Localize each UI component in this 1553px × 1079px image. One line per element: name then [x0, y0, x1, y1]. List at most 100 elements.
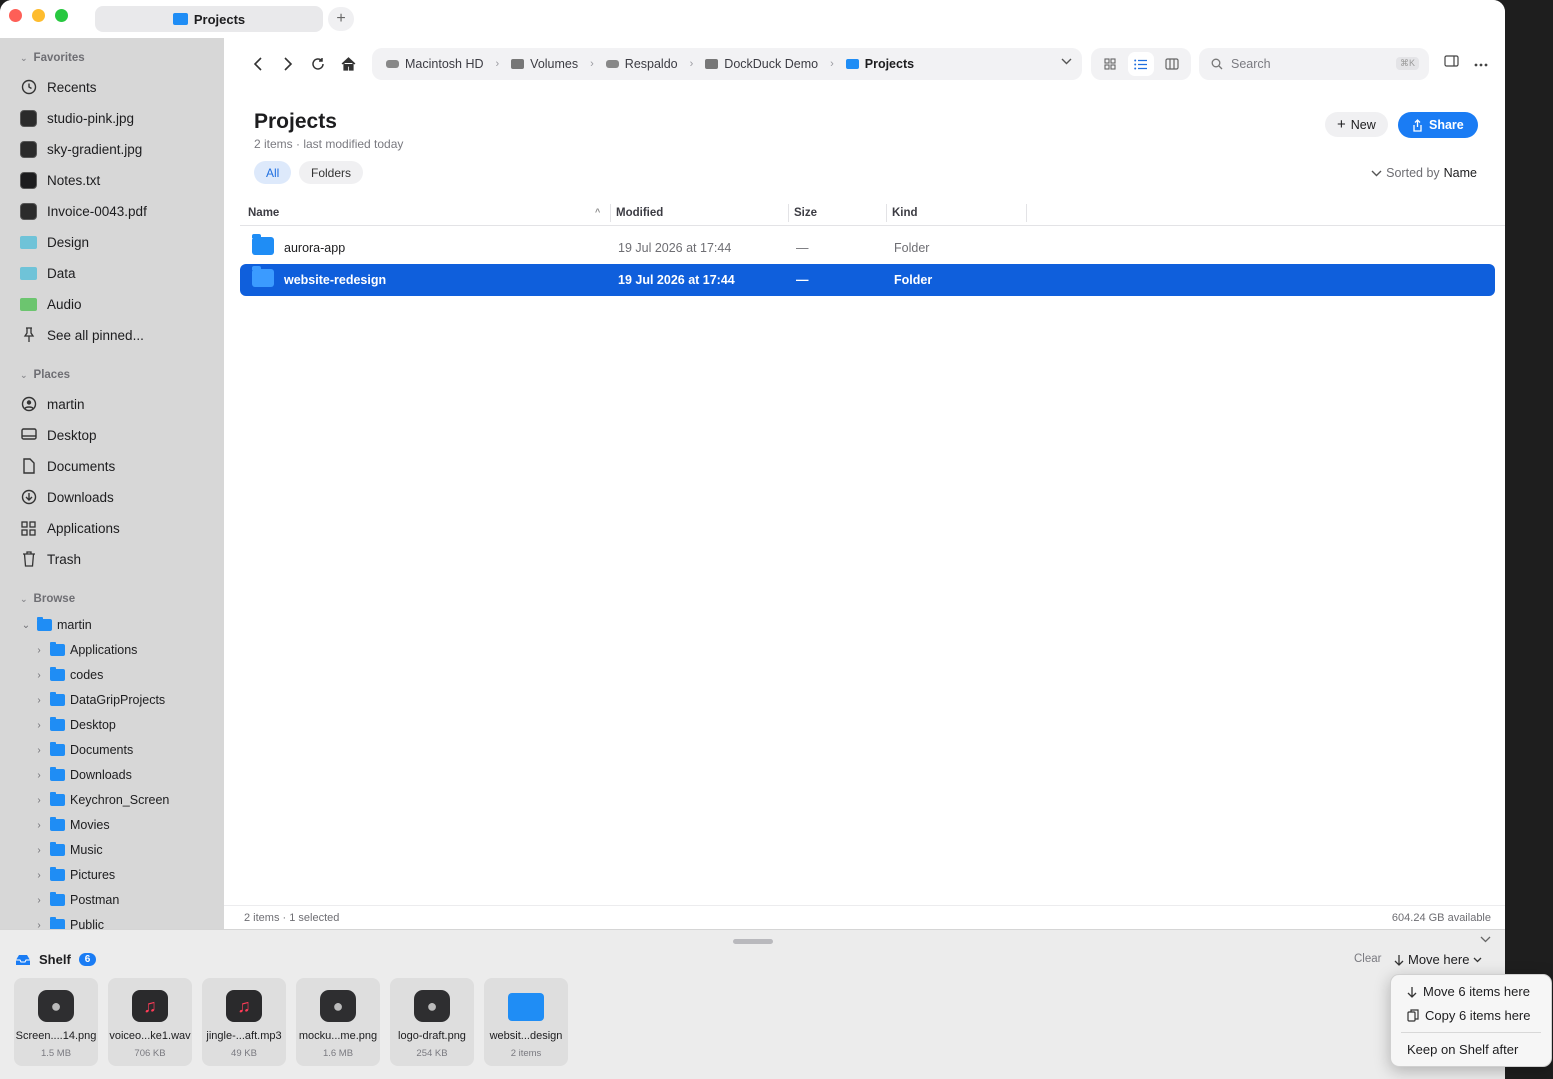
- sidebar-item-applications[interactable]: Applications: [19, 516, 120, 540]
- filter-folders[interactable]: Folders: [299, 161, 364, 184]
- tree-item[interactable]: › Postman: [33, 890, 119, 910]
- breadcrumb-item-macintosh-hd[interactable]: Macintosh HD: [386, 57, 484, 71]
- sidebar-item-desktop[interactable]: Desktop: [19, 423, 97, 447]
- sidebar-item-sky-gradient[interactable]: sky-gradient.jpg: [19, 137, 142, 161]
- column-divider[interactable]: [610, 204, 611, 222]
- sidebar-item-notes[interactable]: Notes.txt: [19, 168, 100, 192]
- chevron-down-icon: ⌄: [20, 52, 28, 63]
- shelf-item[interactable]: ● logo-draft.png 254 KB: [390, 978, 474, 1066]
- minimize-window-button[interactable]: [32, 9, 45, 22]
- sidebar-item-data[interactable]: Data: [19, 261, 76, 285]
- tree-item[interactable]: › Desktop: [33, 715, 116, 735]
- sidebar-item-documents[interactable]: Documents: [19, 454, 115, 478]
- folder-icon: [50, 917, 65, 929]
- column-header-modified[interactable]: Modified: [616, 207, 663, 219]
- collapse-shelf-button[interactable]: [1480, 934, 1491, 946]
- tree-item[interactable]: › Applications: [33, 640, 137, 660]
- home-button[interactable]: [337, 54, 359, 74]
- toggle-inspector-button[interactable]: [1444, 54, 1459, 70]
- tree-item[interactable]: › DataGripProjects: [33, 690, 165, 710]
- shelf-item[interactable]: ● mocku...me.png 1.6 MB: [296, 978, 380, 1066]
- shelf-item[interactable]: websit...design 2 items: [484, 978, 568, 1066]
- chevron-down-icon[interactable]: ⌄: [20, 620, 32, 631]
- breadcrumb-item-projects[interactable]: Projects: [845, 57, 914, 71]
- chevron-right-icon[interactable]: ›: [33, 720, 45, 731]
- more-options-button[interactable]: [1474, 54, 1488, 70]
- breadcrumb-item-volumes[interactable]: Volumes: [511, 57, 578, 71]
- sidebar-item-invoice[interactable]: Invoice-0043.pdf: [19, 199, 147, 223]
- column-divider[interactable]: [886, 204, 887, 222]
- new-tab-button[interactable]: +: [328, 7, 354, 31]
- reload-button[interactable]: [307, 54, 329, 74]
- tree-item[interactable]: › Music: [33, 840, 103, 860]
- back-button[interactable]: [247, 54, 269, 74]
- sidebar-item-design[interactable]: Design: [19, 230, 89, 254]
- chevron-right-icon[interactable]: ›: [33, 820, 45, 831]
- sidebar-item-recents[interactable]: Recents: [19, 75, 97, 99]
- chevron-down-icon: [1480, 936, 1491, 943]
- tree-item[interactable]: › Public: [33, 915, 104, 929]
- breadcrumb-item-dockduck-demo[interactable]: DockDuck Demo: [705, 57, 818, 71]
- chevron-right-icon[interactable]: ›: [33, 870, 45, 881]
- move-here-button[interactable]: Move here: [1394, 952, 1482, 967]
- shelf-item[interactable]: ♫ voiceo...ke1.wav 706 KB: [108, 978, 192, 1066]
- column-divider[interactable]: [788, 204, 789, 222]
- shelf-item[interactable]: ● Screen....14.png 1.5 MB: [14, 978, 98, 1066]
- new-button[interactable]: + New: [1325, 112, 1388, 137]
- column-divider[interactable]: [1026, 204, 1027, 222]
- chevron-right-icon[interactable]: ›: [33, 770, 45, 781]
- tree-item[interactable]: › codes: [33, 665, 103, 685]
- menu-item-copy-items[interactable]: Copy 6 items here: [1407, 1008, 1531, 1023]
- sort-selector[interactable]: Sorted by Name: [1371, 166, 1477, 180]
- table-row[interactable]: aurora-app 19 Jul 2026 at 17:44 — Folder: [240, 232, 1495, 264]
- search-input[interactable]: Search ⌘K: [1199, 48, 1429, 80]
- folder-icon: [50, 867, 65, 881]
- browse-header[interactable]: ⌄ Browse: [20, 593, 75, 605]
- sidebar-item-trash[interactable]: Trash: [19, 547, 81, 571]
- chevron-right-icon[interactable]: ›: [33, 845, 45, 856]
- tab-projects[interactable]: Projects: [95, 6, 323, 32]
- menu-item-move-items[interactable]: Move 6 items here: [1407, 984, 1530, 999]
- places-header[interactable]: ⌄ Places: [20, 369, 70, 381]
- chevron-down-icon[interactable]: [1061, 56, 1072, 68]
- chevron-right-icon[interactable]: ›: [33, 695, 45, 706]
- list-view-button[interactable]: [1127, 52, 1154, 76]
- chevron-right-icon[interactable]: ›: [33, 745, 45, 756]
- zoom-window-button[interactable]: [55, 9, 68, 22]
- chevron-right-icon[interactable]: ›: [33, 795, 45, 806]
- column-view-button[interactable]: [1159, 52, 1185, 76]
- favorites-header[interactable]: ⌄ Favorites: [20, 52, 85, 64]
- icon-view-button[interactable]: [1097, 52, 1123, 76]
- column-header-kind[interactable]: Kind: [892, 207, 918, 219]
- chevron-right-icon[interactable]: ›: [33, 670, 45, 681]
- tab-title: Projects: [193, 11, 246, 27]
- tree-item-martin[interactable]: ⌄ martin: [20, 615, 92, 635]
- menu-item-keep-on-shelf[interactable]: Keep on Shelf after: [1407, 1042, 1518, 1057]
- sidebar-item-studio-pink[interactable]: studio-pink.jpg: [19, 106, 134, 130]
- breadcrumb-item-respaldo[interactable]: Respaldo: [605, 57, 678, 71]
- shelf-item[interactable]: ♫ jingle-...aft.mp3 49 KB: [202, 978, 286, 1066]
- close-window-button[interactable]: [9, 9, 22, 22]
- folder-icon: [50, 817, 65, 831]
- forward-button[interactable]: [277, 54, 299, 74]
- chevron-right-icon[interactable]: ›: [33, 645, 45, 656]
- chevron-right-icon[interactable]: ›: [33, 920, 45, 930]
- tree-item[interactable]: › Downloads: [33, 765, 132, 785]
- tree-item[interactable]: › Pictures: [33, 865, 115, 885]
- chevron-right-icon[interactable]: ›: [33, 895, 45, 906]
- column-header-size[interactable]: Size: [794, 207, 817, 219]
- filter-all[interactable]: All: [254, 161, 292, 184]
- tree-item[interactable]: › Keychron_Screen: [33, 790, 169, 810]
- sidebar-item-martin[interactable]: martin: [19, 392, 85, 416]
- share-button[interactable]: Share: [1398, 112, 1478, 138]
- sidebar-item-audio[interactable]: Audio: [19, 292, 82, 316]
- tree-item[interactable]: › Movies: [33, 815, 110, 835]
- tree-item[interactable]: › Documents: [33, 740, 133, 760]
- shelf-resize-handle[interactable]: [733, 939, 773, 944]
- sidebar-item-see-all-pinned[interactable]: See all pinned...: [19, 323, 144, 347]
- file-list-area: Projects 2 items · last modified today A…: [224, 90, 1505, 905]
- column-header-name[interactable]: Name: [248, 207, 279, 219]
- clear-shelf-button[interactable]: Clear: [1354, 953, 1381, 965]
- sidebar-item-downloads[interactable]: Downloads: [19, 485, 114, 509]
- table-row-selected[interactable]: website-redesign 19 Jul 2026 at 17:44 — …: [240, 264, 1495, 296]
